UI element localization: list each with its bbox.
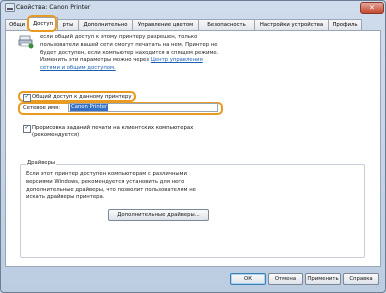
- info-line: Изменить эти параметры можно через: [40, 57, 151, 64]
- cancel-button[interactable]: Отмена: [268, 273, 303, 285]
- share-name-value: Canon Printer: [70, 104, 109, 111]
- active-tab-highlight: [27, 15, 57, 32]
- sharing-info: если общий доступ к этому принтеру разре…: [40, 34, 272, 73]
- drivers-group-title: Драйверы: [26, 160, 57, 166]
- tab-general[interactable]: Общи: [5, 19, 29, 30]
- tab-color-management[interactable]: Управление цветом: [132, 19, 199, 30]
- network-center-link[interactable]: Центр управления: [151, 57, 203, 63]
- help-button[interactable]: Справка: [343, 273, 379, 285]
- check-icon: ✓: [24, 93, 30, 100]
- shared-printer-icon: [18, 35, 34, 49]
- resize-grip-icon[interactable]: ⋰: [375, 282, 381, 289]
- title-bar[interactable]: Свойства: Canon Printer ✕: [1, 1, 385, 14]
- additional-drivers-button[interactable]: Дополнительные драйверы...: [108, 209, 209, 221]
- drivers-line: искать драйверы принтера.: [26, 194, 105, 201]
- sharing-panel: если общий доступ к этому принтеру разре…: [5, 30, 381, 267]
- tab-advanced[interactable]: Дополнительно: [78, 19, 133, 30]
- drivers-info: Если этот принтер доступен компьютерам с…: [26, 171, 226, 202]
- share-printer-checkbox[interactable]: ✓: [23, 93, 31, 102]
- network-center-link-cont[interactable]: сетями и общим доступом.: [40, 65, 116, 71]
- share-name-label: Сетевое имя:: [23, 105, 61, 111]
- properties-dialog: Свойства: Canon Printer ✕ Общи Доступ рт…: [0, 0, 386, 293]
- render-jobs-label[interactable]: Прорисовка заданий печати на клиентских …: [32, 125, 193, 131]
- info-line: пользователи вашей сети смогут печатать …: [40, 41, 218, 48]
- check-icon: ✓: [24, 124, 30, 131]
- window-title: Свойства: Canon Printer: [16, 4, 91, 11]
- share-printer-label[interactable]: Общий доступ к данному принтеру: [32, 94, 132, 100]
- tab-ports[interactable]: рты: [57, 19, 79, 30]
- info-line: если общий доступ к этому принтеру разре…: [40, 34, 198, 40]
- tab-strip: Общи Доступ рты Дополнительно Управление…: [5, 15, 383, 32]
- close-button[interactable]: ✕: [360, 2, 384, 14]
- tab-device-settings[interactable]: Настройки устройства: [254, 19, 329, 30]
- ok-button[interactable]: ОК: [230, 273, 266, 285]
- drivers-line: версиями Windows, рекомендуется установи…: [26, 178, 185, 185]
- info-line: будет доступен, если компьютер находится…: [40, 49, 219, 56]
- drivers-line: Если этот принтер доступен компьютерам с…: [26, 171, 187, 177]
- printer-icon: [5, 3, 15, 12]
- tab-profile[interactable]: Профиль: [328, 19, 362, 30]
- render-jobs-label-cont: (рекомендуется): [32, 132, 80, 138]
- render-jobs-checkbox[interactable]: ✓: [23, 124, 31, 133]
- tab-security[interactable]: Безопасность: [198, 19, 255, 30]
- share-name-input[interactable]: Canon Printer: [68, 103, 218, 112]
- apply-button[interactable]: Применить: [305, 273, 341, 285]
